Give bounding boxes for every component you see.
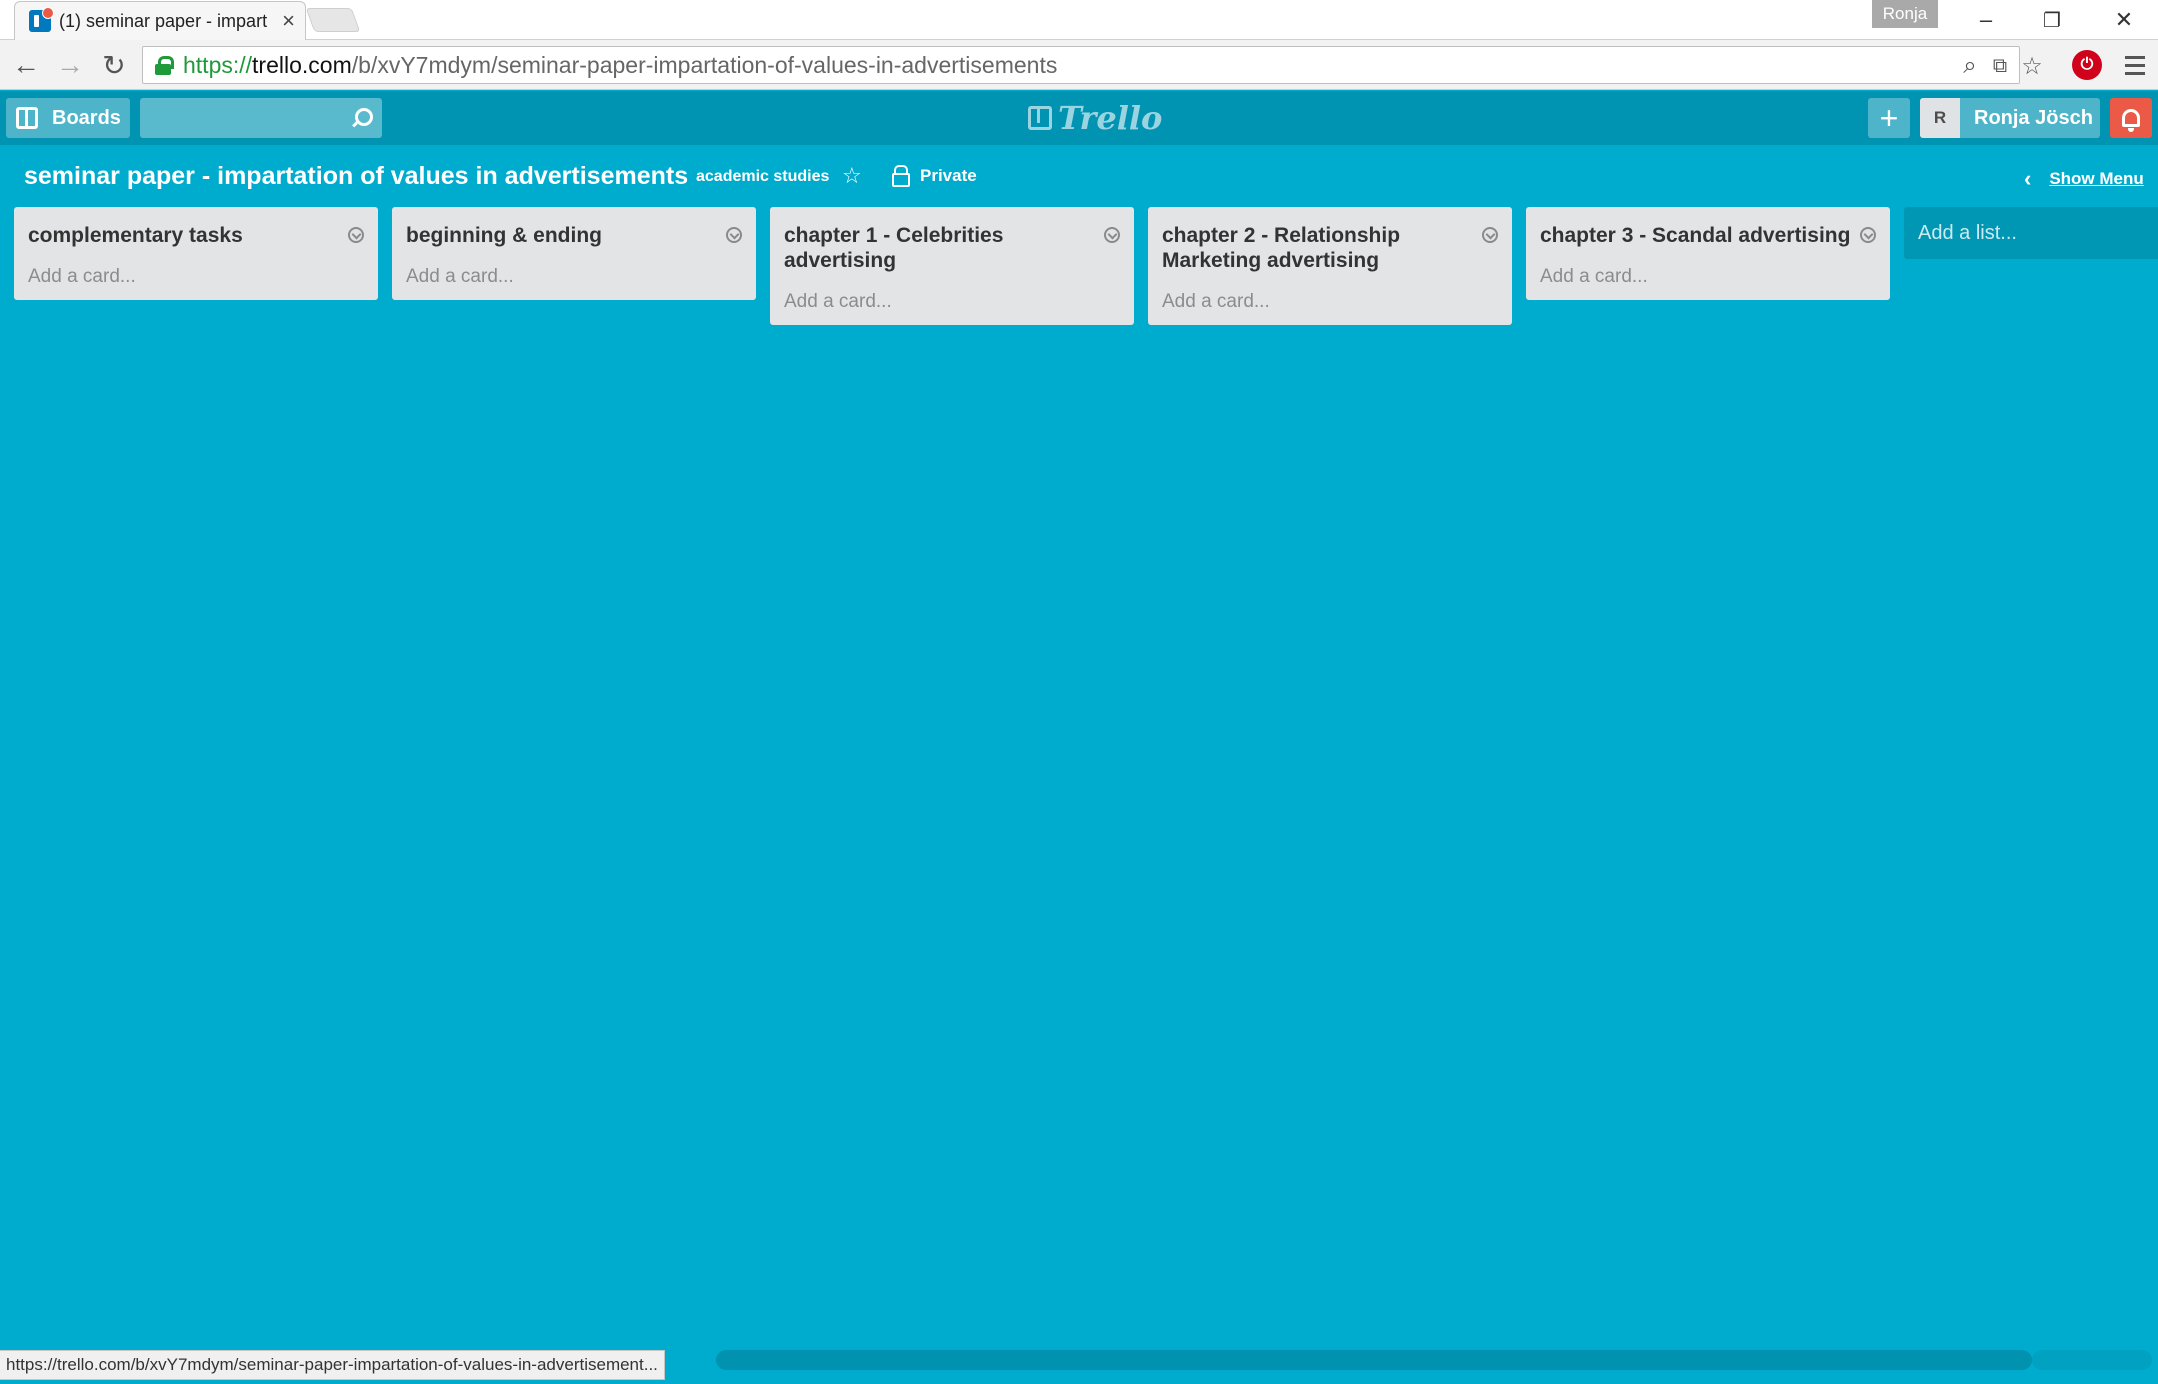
board-org[interactable]: academic studies xyxy=(696,168,829,186)
add-card-link[interactable]: Add a card... xyxy=(784,291,1120,315)
browser-menu-icon[interactable] xyxy=(2120,48,2150,82)
notifications-button[interactable] xyxy=(2110,98,2152,138)
trello-favicon-icon xyxy=(29,7,54,32)
add-list-button[interactable]: Add a list... xyxy=(1904,207,2158,259)
tab-title: (1) seminar paper - impart xyxy=(59,10,268,31)
list[interactable]: chapter 1 - Celebrities advertising Add … xyxy=(770,207,1134,325)
zoom-icon[interactable]: ⌕ xyxy=(1955,51,1985,81)
search-icon[interactable] xyxy=(350,108,373,130)
chevron-left-icon: ‹ xyxy=(2024,166,2032,191)
user-name: Ronja Jösch xyxy=(1974,106,2093,129)
address-bar[interactable]: https://trello.com/b/xvY7mdym/seminar-pa… xyxy=(142,46,2043,84)
browser-tab[interactable]: (1) seminar paper - impart × xyxy=(14,1,306,40)
extension-icon[interactable]: ⏻ xyxy=(2072,50,2102,80)
add-button[interactable]: + xyxy=(1868,98,1910,138)
logo-text: Trello xyxy=(1058,99,1163,137)
list[interactable]: chapter 3 - Scandal advertising Add a ca… xyxy=(1526,207,1890,300)
list-menu-icon[interactable] xyxy=(1482,227,1498,243)
list[interactable]: beginning & ending Add a card... xyxy=(392,207,756,300)
profile-badge[interactable]: Ronja xyxy=(1872,0,1938,28)
back-icon[interactable]: ← xyxy=(8,48,44,82)
restore-icon[interactable]: ❐ xyxy=(2022,0,2082,40)
boards-label: Boards xyxy=(52,106,121,129)
translate-icon[interactable]: ⧉ xyxy=(1985,51,2015,81)
list-menu-icon[interactable] xyxy=(348,227,364,243)
trello-logo[interactable]: Trello xyxy=(1028,98,1162,138)
visibility-button[interactable]: Private xyxy=(892,165,977,187)
list-title[interactable]: complementary tasks xyxy=(28,217,348,248)
horizontal-scrollbar[interactable] xyxy=(716,1350,2032,1370)
show-menu-label: Show Menu xyxy=(2049,169,2144,188)
list-title[interactable]: chapter 2 - Relationship Marketing adver… xyxy=(1162,217,1482,273)
status-url: https://trello.com/b/xvY7mdym/seminar-pa… xyxy=(0,1350,665,1380)
boards-button[interactable]: Boards xyxy=(6,98,130,138)
url-text: https://trello.com/b/xvY7mdym/seminar-pa… xyxy=(183,51,1058,78)
user-menu-button[interactable]: R Ronja Jösch xyxy=(1920,98,2100,138)
close-window-icon[interactable]: ✕ xyxy=(2094,0,2154,40)
add-card-link[interactable]: Add a card... xyxy=(406,266,742,290)
add-card-link[interactable]: Add a card... xyxy=(1540,266,1876,290)
new-tab-button[interactable] xyxy=(305,8,361,32)
trello-logo-icon xyxy=(1028,106,1052,130)
list-menu-icon[interactable] xyxy=(1104,227,1120,243)
add-card-link[interactable]: Add a card... xyxy=(1162,291,1498,315)
reload-icon[interactable]: ↻ xyxy=(96,48,132,82)
list-title[interactable]: chapter 1 - Celebrities advertising xyxy=(784,217,1104,273)
browser-tabstrip: (1) seminar paper - impart × Ronja – ❐ ✕ xyxy=(0,0,2158,40)
minimize-icon[interactable]: – xyxy=(1956,0,2016,40)
browser-toolbar: ← → ↻ https://trello.com/b/xvY7mdym/semi… xyxy=(0,40,2158,90)
board-header: seminar paper - impartation of values in… xyxy=(0,152,2158,198)
list-menu-icon[interactable] xyxy=(1860,227,1876,243)
lock-icon xyxy=(892,165,910,187)
board-title[interactable]: seminar paper - impartation of values in… xyxy=(24,162,688,191)
forward-icon[interactable]: → xyxy=(52,48,88,82)
star-icon[interactable]: ☆ xyxy=(842,163,862,189)
list[interactable]: complementary tasks Add a card... xyxy=(14,207,378,300)
bell-icon xyxy=(2122,109,2140,132)
tab-close-icon[interactable]: × xyxy=(282,8,295,34)
list-title[interactable]: chapter 3 - Scandal advertising xyxy=(1540,217,1860,248)
list-menu-icon[interactable] xyxy=(726,227,742,243)
bookmark-star-icon[interactable]: ☆ xyxy=(2017,51,2047,81)
search-input[interactable] xyxy=(140,98,382,138)
secure-lock-icon xyxy=(155,56,174,75)
list[interactable]: chapter 2 - Relationship Marketing adver… xyxy=(1148,207,1512,325)
boards-icon xyxy=(16,107,38,129)
show-menu-button[interactable]: ‹ Show Menu xyxy=(2024,166,2144,192)
visibility-label: Private xyxy=(920,166,977,185)
avatar: R xyxy=(1920,98,1960,138)
add-card-link[interactable]: Add a card... xyxy=(28,266,364,290)
scrollbar-track[interactable] xyxy=(2032,1350,2152,1370)
list-title[interactable]: beginning & ending xyxy=(406,217,726,248)
